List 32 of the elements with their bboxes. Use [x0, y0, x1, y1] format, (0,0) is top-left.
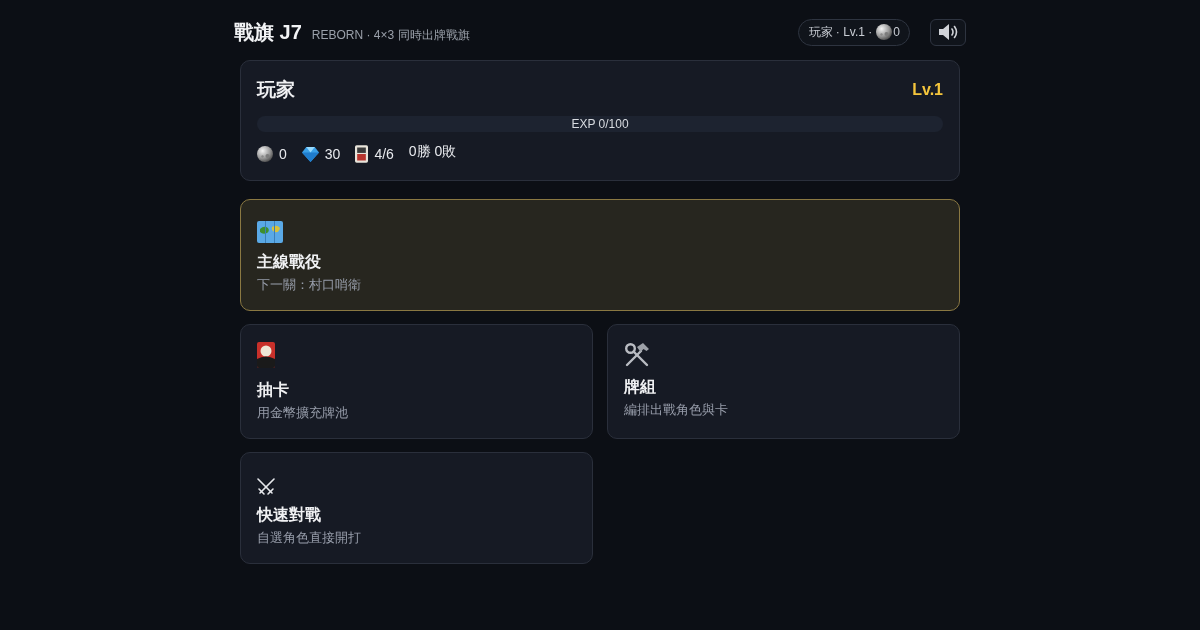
mode-title: 抽卡: [257, 380, 290, 400]
hammer-wrench-icon: [624, 342, 650, 368]
mode-title: 主線戰役: [257, 252, 322, 272]
app-subtitle: REBORN · 4×3 同時出牌戰旗: [311, 26, 470, 44]
player-chip[interactable]: 玩家 · Lv.1 · 0: [797, 18, 910, 46]
player-name: 玩家: [257, 78, 295, 102]
coin-icon: [876, 24, 893, 40]
speaker-icon: [938, 23, 958, 41]
gem-count: 30: [324, 146, 341, 162]
mode-description: 自選角色直接開打: [257, 529, 362, 547]
exp-label: EXP 0/100: [571, 116, 629, 132]
mode-description: 下一關：村口哨衛: [257, 276, 362, 294]
card-count: 4/6: [374, 146, 394, 162]
coin-count: 0: [279, 146, 287, 162]
app-title: 戰旗 J7: [234, 19, 302, 45]
sound-button[interactable]: [930, 18, 966, 46]
mode-title: 快速對戰: [257, 505, 322, 525]
player-level: Lv.1: [912, 81, 943, 99]
mode-description: 編排出戰角色與卡: [624, 401, 729, 419]
card-icon: [257, 342, 275, 368]
coin-icon: [257, 146, 273, 162]
mode-card[interactable]: 抽卡 用金幣擴充牌池: [240, 324, 593, 439]
card-icon: [355, 145, 369, 163]
mode-card[interactable]: 主線戰役 下一關：村口哨衛: [240, 199, 960, 311]
win-loss-record: 0勝 0敗: [408, 143, 457, 161]
crossed-swords-icon: [257, 478, 275, 496]
map-icon: [257, 221, 283, 243]
gem-icon: [301, 146, 319, 162]
mode-description: 用金幣擴充牌池: [257, 404, 349, 422]
mode-card[interactable]: 牌組 編排出戰角色與卡: [607, 324, 960, 439]
mode-card[interactable]: 快速對戰 自選角色直接開打: [240, 452, 593, 564]
mode-title: 牌組: [624, 377, 657, 397]
